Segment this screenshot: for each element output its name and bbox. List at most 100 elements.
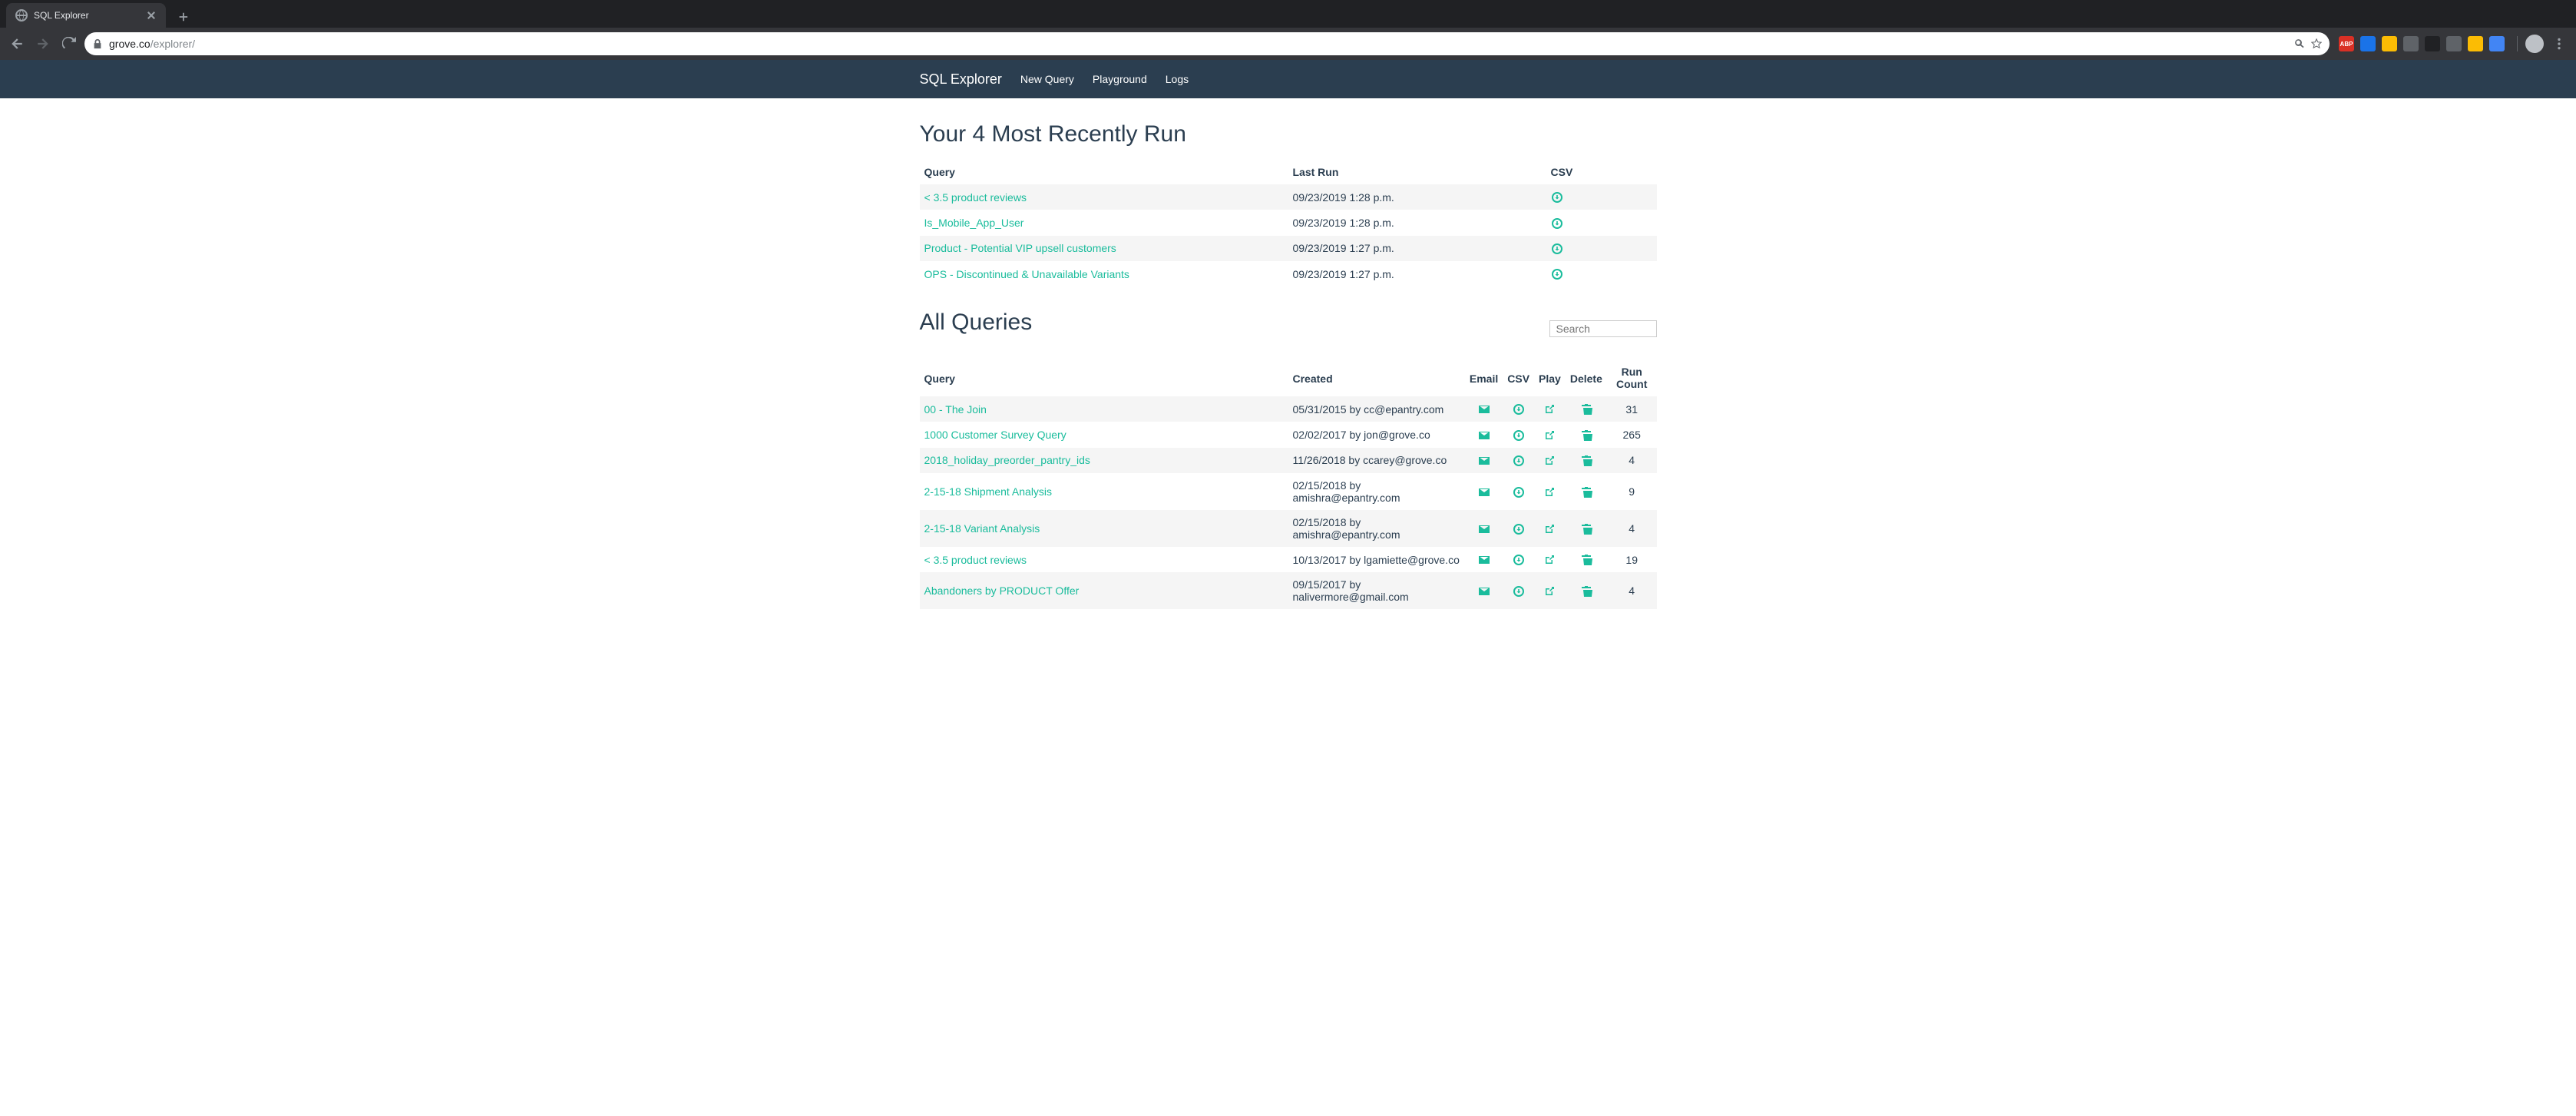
extension-abp-icon[interactable]: ABP [2339,36,2354,51]
col-created[interactable]: Created [1288,360,1465,396]
query-link[interactable]: 00 - The Join [924,403,987,416]
mail-icon[interactable] [1478,554,1490,566]
trash-icon[interactable] [1580,585,1592,598]
col-email[interactable]: Email [1465,360,1503,396]
close-icon[interactable] [146,10,157,21]
external-icon[interactable] [1543,455,1556,467]
trash-icon[interactable] [1580,455,1592,467]
col-csv[interactable]: CSV [1546,160,1657,184]
browser-tab[interactable]: SQL Explorer [6,3,166,28]
nav-link-new-query[interactable]: New Query [1020,73,1074,85]
search-icon [2294,38,2305,49]
extension-icon[interactable] [2403,36,2419,51]
query-link[interactable]: Product - Potential VIP upsell customers [924,242,1116,254]
download-icon[interactable] [1551,217,1563,230]
trash-icon[interactable] [1580,523,1592,535]
url-text: grove.co/explorer/ [109,38,2288,50]
query-link[interactable]: 2018_holiday_preorder_pantry_ids [924,454,1090,466]
back-button[interactable] [6,33,28,55]
table-row: < 3.5 product reviews09/23/2019 1:28 p.m… [920,184,1657,210]
all-heading: All Queries [920,310,1033,336]
table-row: 2018_holiday_preorder_pantry_ids11/26/20… [920,448,1657,473]
reload-button[interactable] [58,33,80,55]
extension-icon[interactable] [2425,36,2440,51]
star-icon[interactable] [2311,38,2322,49]
download-icon[interactable] [1513,429,1525,442]
col-query[interactable]: Query [920,360,1288,396]
extension-icon[interactable] [2468,36,2483,51]
mail-icon[interactable] [1478,585,1490,598]
mail-icon[interactable] [1478,455,1490,467]
extension-icon[interactable] [2382,36,2397,51]
address-bar[interactable]: grove.co/explorer/ [84,32,2330,55]
download-icon[interactable] [1513,486,1525,498]
app-brand[interactable]: SQL Explorer [920,71,1002,88]
download-icon[interactable] [1551,191,1563,204]
external-icon[interactable] [1543,403,1556,416]
run-count-cell: 19 [1607,547,1657,572]
lock-icon [92,38,103,49]
query-link[interactable]: Is_Mobile_App_User [924,217,1024,229]
extension-icon[interactable] [2489,36,2505,51]
query-link[interactable]: < 3.5 product reviews [924,554,1027,566]
extension-icons: ABP [2334,36,2509,51]
search-input[interactable] [1549,320,1657,337]
mail-icon[interactable] [1478,523,1490,535]
profile-avatar[interactable] [2525,35,2544,53]
nav-link-playground[interactable]: Playground [1093,73,1147,85]
trash-icon[interactable] [1580,429,1592,442]
col-delete[interactable]: Delete [1566,360,1607,396]
query-link[interactable]: 2-15-18 Variant Analysis [924,522,1040,535]
created-cell: 05/31/2015 by cc@epantry.com [1288,396,1465,422]
download-icon[interactable] [1513,554,1525,566]
download-icon[interactable] [1513,585,1525,598]
table-row: 2-15-18 Variant Analysis02/15/2018 by am… [920,510,1657,547]
browser-chrome: SQL Explorer grove.co/explorer/ ABP [0,0,2576,60]
query-link[interactable]: OPS - Discontinued & Unavailable Variant… [924,268,1129,280]
mail-icon[interactable] [1478,486,1490,498]
trash-icon[interactable] [1580,554,1592,566]
page-content: Your 4 Most Recently Run Query Last Run … [920,98,1657,609]
trash-icon[interactable] [1580,403,1592,416]
query-link[interactable]: 2-15-18 Shipment Analysis [924,485,1053,498]
external-icon[interactable] [1543,585,1556,598]
last-run-cell: 09/23/2019 1:27 p.m. [1288,261,1546,286]
external-icon[interactable] [1543,429,1556,442]
forward-button[interactable] [32,33,54,55]
run-count-cell: 31 [1607,396,1657,422]
trash-icon[interactable] [1580,486,1592,498]
download-icon[interactable] [1551,243,1563,255]
download-icon[interactable] [1513,523,1525,535]
run-count-cell: 4 [1607,510,1657,547]
tab-bar: SQL Explorer [0,0,2576,28]
external-icon[interactable] [1543,486,1556,498]
external-icon[interactable] [1543,554,1556,566]
col-last-run[interactable]: Last Run [1288,160,1546,184]
download-icon[interactable] [1513,455,1525,467]
table-row: Product - Potential VIP upsell customers… [920,236,1657,261]
col-run-count[interactable]: Run Count [1607,360,1657,396]
col-csv[interactable]: CSV [1503,360,1534,396]
external-icon[interactable] [1543,523,1556,535]
query-link[interactable]: 1000 Customer Survey Query [924,429,1066,441]
table-row: 1000 Customer Survey Query02/02/2017 by … [920,422,1657,447]
recent-heading: Your 4 Most Recently Run [920,121,1657,147]
mail-icon[interactable] [1478,403,1490,416]
download-icon[interactable] [1513,403,1525,416]
run-count-cell: 4 [1607,448,1657,473]
table-row: 2-15-18 Shipment Analysis02/15/2018 by a… [920,473,1657,510]
created-cell: 09/15/2017 by nalivermore@gmail.com [1288,572,1465,609]
query-link[interactable]: < 3.5 product reviews [924,191,1027,204]
browser-menu-button[interactable] [2548,33,2570,55]
forward-icon [36,37,50,51]
query-link[interactable]: Abandoners by PRODUCT Offer [924,584,1080,597]
col-query[interactable]: Query [920,160,1288,184]
extension-icon[interactable] [2360,36,2376,51]
col-play[interactable]: Play [1534,360,1566,396]
table-row: 00 - The Join 05/31/2015 by cc@epantry.co… [920,396,1657,422]
mail-icon[interactable] [1478,429,1490,442]
new-tab-button[interactable] [172,6,193,28]
nav-link-logs[interactable]: Logs [1166,73,1189,85]
download-icon[interactable] [1551,268,1563,280]
extension-icon[interactable] [2446,36,2462,51]
